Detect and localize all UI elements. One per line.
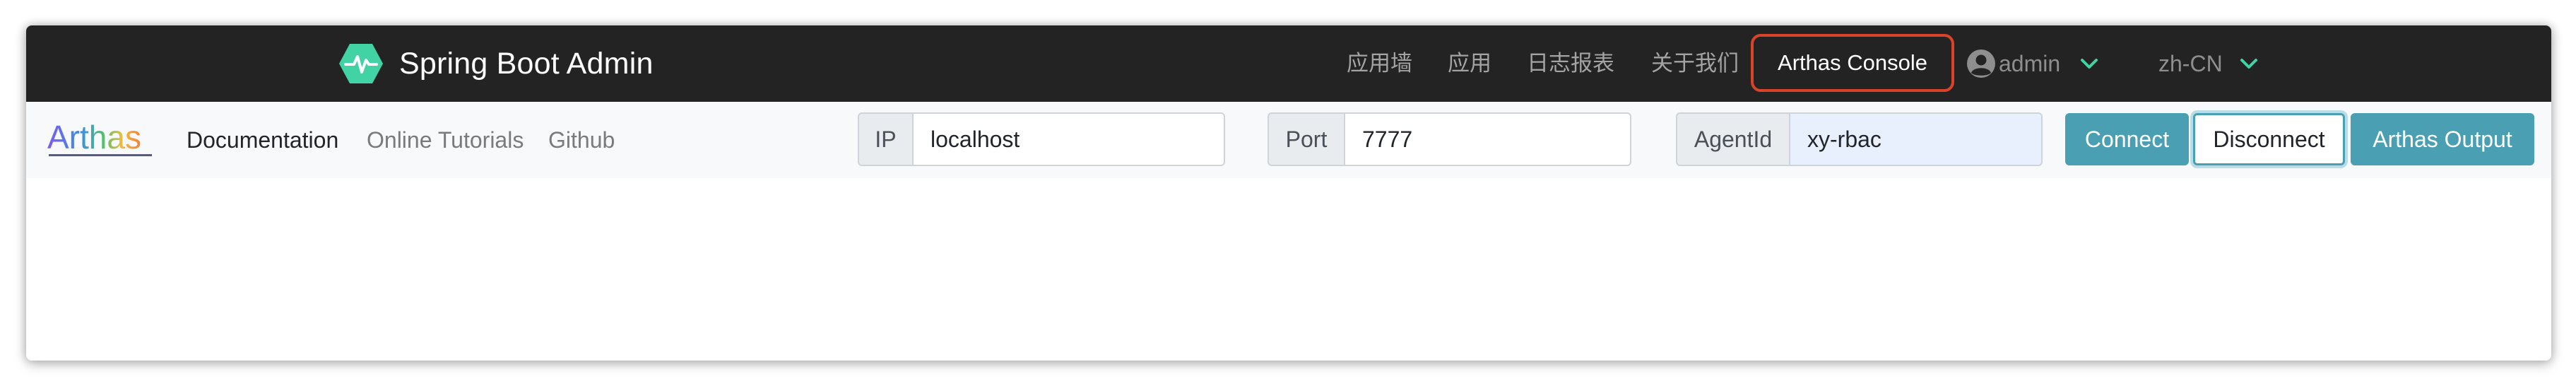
agent-id-input-group: AgentId <box>1676 112 2043 166</box>
browser-window: Spring Boot Admin 应用墙 应用 日志报表 关于我们 Artha… <box>26 25 2551 361</box>
nav-item-about-us[interactable]: 关于我们 <box>1651 47 1739 81</box>
top-navbar: Spring Boot Admin 应用墙 应用 日志报表 关于我们 Artha… <box>26 25 2551 102</box>
language-menu[interactable]: zh-CN <box>2158 44 2258 83</box>
disconnect-button[interactable]: Disconnect <box>2193 113 2345 165</box>
user-menu[interactable]: admin <box>1966 44 2098 83</box>
connect-button[interactable]: Connect <box>2065 113 2189 165</box>
chevron-down-icon <box>2081 59 2098 69</box>
arthas-toolbar: Arthas Documentation Online Tutorials Gi… <box>26 102 2551 178</box>
port-input[interactable] <box>1345 112 1631 166</box>
port-label: Port <box>1268 112 1345 166</box>
agent-id-label: AgentId <box>1676 112 1790 166</box>
port-input-group: Port <box>1268 112 1631 166</box>
nav-item-app-wall[interactable]: 应用墙 <box>1347 47 1412 81</box>
brand[interactable]: Spring Boot Admin <box>338 42 654 85</box>
svg-text:Arthas: Arthas <box>47 119 141 156</box>
agent-id-input[interactable] <box>1790 112 2043 166</box>
user-circle-icon <box>1967 49 1995 78</box>
nav-item-arthas-console[interactable]: Arthas Console <box>1751 34 1954 92</box>
link-documentation[interactable]: Documentation <box>187 124 338 156</box>
console-content-area <box>26 178 2551 361</box>
arthas-output-button[interactable]: Arthas Output <box>2351 113 2534 165</box>
nav-console-label: Arthas Console <box>1778 50 1927 75</box>
link-github[interactable]: Github <box>548 124 615 156</box>
language-value: zh-CN <box>2158 50 2223 76</box>
chevron-down-icon <box>2240 59 2257 69</box>
ip-input-group: IP <box>858 112 1225 166</box>
arthas-logo[interactable]: Arthas <box>46 117 159 160</box>
link-online-tutorials[interactable]: Online Tutorials <box>367 124 524 156</box>
user-name: admin <box>1999 50 2061 76</box>
heartbeat-hexagon-icon <box>339 44 383 83</box>
ip-label: IP <box>858 112 914 166</box>
nav-item-applications[interactable]: 应用 <box>1448 47 1491 81</box>
nav-item-log-reports[interactable]: 日志报表 <box>1527 47 1614 81</box>
brand-title: Spring Boot Admin <box>399 46 654 81</box>
ip-input[interactable] <box>914 112 1225 166</box>
